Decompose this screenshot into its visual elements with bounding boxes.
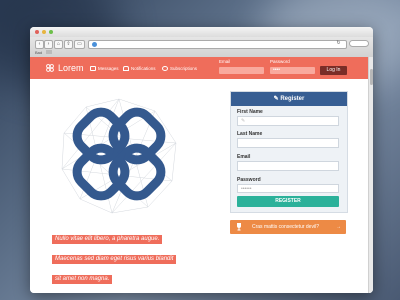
login-password-label: Password — [270, 59, 290, 64]
browser-search-input[interactable] — [349, 40, 369, 47]
register-title: Register — [280, 96, 305, 102]
web-page: Lorem Messages Notifications Subscriptio… — [30, 57, 373, 293]
nav-messages[interactable]: Messages — [90, 66, 119, 71]
site-logo-text[interactable]: Lorem — [58, 63, 84, 73]
trophy-icon — [237, 223, 241, 231]
chat-icon — [90, 66, 96, 71]
login-button[interactable]: Log In — [320, 66, 347, 75]
pencil-icon: ✎ — [241, 118, 246, 124]
login-email-label: Email — [219, 59, 231, 64]
bell-icon — [123, 66, 129, 71]
register-header: ✎ Register — [231, 92, 347, 106]
bookmark-item[interactable] — [46, 50, 52, 54]
nav-subscriptions-label: Subscriptions — [170, 66, 198, 71]
first-name-label: First Name — [237, 109, 263, 115]
site-header: Lorem Messages Notifications Subscriptio… — [30, 57, 373, 79]
cta-banner[interactable]: Cras mattis consectetur devil? → — [230, 220, 346, 234]
browser-toolbar: ‹ › ⌂ ⇧ ▭ ↻ Bad — [30, 37, 373, 58]
logo-icon — [46, 64, 54, 72]
hero-caption-line: sit amet non magna. — [52, 275, 113, 284]
password-label: Password — [237, 177, 261, 183]
nav-messages-label: Messages — [98, 66, 119, 71]
nav-subscriptions[interactable]: Subscriptions — [162, 66, 197, 71]
nav-notifications[interactable]: Notifications — [123, 66, 156, 71]
back-button[interactable]: ‹ — [35, 40, 44, 49]
close-window-button[interactable] — [35, 30, 39, 34]
home-button[interactable]: ⌂ — [54, 40, 63, 49]
scrollbar-thumb[interactable] — [369, 69, 373, 85]
login-email-input[interactable] — [219, 67, 264, 74]
register-panel: ✎ Register First Name ✎ Last Name Email … — [230, 91, 348, 213]
page-scrollbar[interactable] — [368, 57, 373, 293]
address-bar[interactable] — [88, 40, 347, 49]
cta-label: Cras mattis consectetur devil? — [252, 224, 319, 230]
last-name-input[interactable] — [237, 138, 339, 148]
user-icon — [162, 66, 168, 71]
reload-button[interactable]: ↻ — [335, 40, 342, 47]
password-input[interactable]: •••••• — [237, 184, 339, 193]
zoom-window-button[interactable] — [49, 30, 53, 34]
hero-captions: Nullo vitae elit libero, a pharetra augu… — [52, 227, 177, 287]
hero-logo-graphic — [61, 98, 177, 214]
forward-button[interactable]: › — [44, 40, 53, 49]
window-controls — [35, 30, 53, 34]
browser-titlebar — [30, 27, 373, 37]
minimize-window-button[interactable] — [42, 30, 46, 34]
login-password-input[interactable]: •••• — [270, 67, 315, 74]
bookmarks-bar-label[interactable]: Bad — [35, 50, 42, 55]
arrow-right-icon: → — [336, 224, 341, 230]
email-input[interactable] — [237, 161, 339, 171]
register-button[interactable]: REGISTER — [237, 196, 339, 207]
hero-caption-line: Nullo vitae elit libero, a pharetra augu… — [52, 235, 163, 244]
email-label: Email — [237, 154, 251, 160]
interlocked-arrows-icon — [72, 107, 166, 201]
browser-window: ‹ › ⌂ ⇧ ▭ ↻ Bad Lorem Messages Notificat… — [30, 27, 373, 293]
tabs-button[interactable]: ▭ — [74, 40, 85, 49]
last-name-label: Last Name — [237, 131, 263, 137]
nav-notifications-label: Notifications — [131, 66, 156, 71]
first-name-input[interactable]: ✎ — [237, 116, 339, 126]
favicon-icon — [92, 42, 97, 47]
share-button[interactable]: ⇧ — [64, 40, 73, 49]
hero-caption-line: Maecenas sed diam eget risus varius blan… — [52, 255, 177, 264]
